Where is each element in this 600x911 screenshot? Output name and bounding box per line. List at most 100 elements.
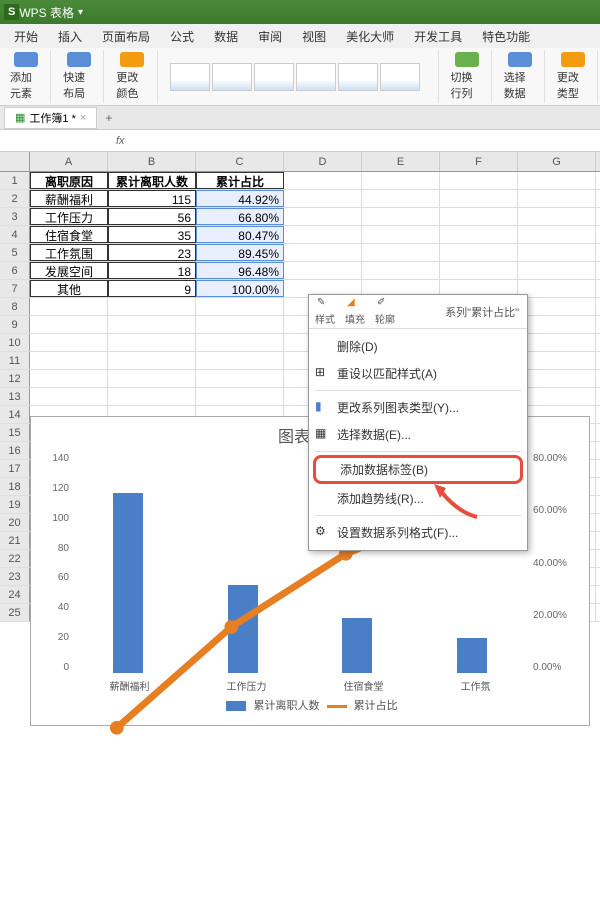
cell[interactable]: 100.00% [196, 280, 284, 297]
cell[interactable] [30, 352, 108, 369]
row-header[interactable]: 5 [0, 244, 30, 261]
cell[interactable]: 离职原因 [30, 172, 108, 189]
cell[interactable] [108, 298, 196, 315]
col-header-d[interactable]: D [284, 152, 362, 171]
row-header[interactable]: 21 [0, 532, 30, 549]
cell[interactable] [518, 244, 596, 261]
cell[interactable]: 66.80% [196, 208, 284, 225]
cell[interactable]: 89.45% [196, 244, 284, 261]
cell[interactable] [362, 226, 440, 243]
row-header[interactable]: 24 [0, 586, 30, 603]
cell[interactable] [518, 352, 596, 369]
document-tab[interactable]: ▦ 工作簿1 * × [4, 107, 97, 129]
series-selector[interactable]: 系列"累计占比" [443, 303, 521, 321]
cell[interactable] [518, 172, 596, 189]
cell[interactable] [108, 388, 196, 405]
chart-style-thumb[interactable] [338, 63, 378, 91]
cell[interactable]: 56 [108, 208, 196, 225]
cell[interactable] [440, 190, 518, 207]
col-header-c[interactable]: C [196, 152, 284, 171]
cell[interactable]: 累计占比 [196, 172, 284, 189]
cell[interactable] [518, 208, 596, 225]
cell[interactable] [196, 352, 284, 369]
row-header[interactable]: 3 [0, 208, 30, 225]
cell[interactable] [30, 298, 108, 315]
cell[interactable] [440, 262, 518, 279]
cell[interactable] [440, 172, 518, 189]
select-data-button[interactable]: 选择数据 [496, 50, 545, 103]
tab-formula[interactable]: 公式 [160, 24, 204, 49]
row-header[interactable]: 16 [0, 442, 30, 459]
row-header[interactable]: 25 [0, 604, 30, 621]
cell[interactable] [196, 316, 284, 333]
chart-legend[interactable]: 累计离职人数 累计占比 [31, 693, 589, 717]
tab-start[interactable]: 开始 [4, 24, 48, 49]
tab-view[interactable]: 视图 [292, 24, 336, 49]
col-header-f[interactable]: F [440, 152, 518, 171]
cell[interactable] [30, 388, 108, 405]
cell[interactable] [362, 262, 440, 279]
change-color-button[interactable]: 更改颜色 [108, 50, 157, 103]
menu-format-series[interactable]: ⚙设置数据系列格式(F)... [309, 519, 527, 546]
cell[interactable]: 发展空间 [30, 262, 108, 279]
row-header[interactable]: 15 [0, 424, 30, 441]
menu-delete[interactable]: 删除(D) [309, 333, 527, 360]
new-tab-icon[interactable]: + [97, 111, 120, 125]
row-header[interactable]: 6 [0, 262, 30, 279]
style-button[interactable]: ✎样式 [315, 297, 335, 326]
cell[interactable] [518, 370, 596, 387]
cell[interactable] [518, 334, 596, 351]
cell[interactable] [284, 190, 362, 207]
row-header[interactable]: 22 [0, 550, 30, 567]
row-header[interactable]: 12 [0, 370, 30, 387]
row-header[interactable]: 1 [0, 172, 30, 189]
quick-layout-button[interactable]: 快速布局 [55, 50, 104, 103]
tab-dev[interactable]: 开发工具 [404, 24, 472, 49]
tab-data[interactable]: 数据 [204, 24, 248, 49]
cell[interactable]: 80.47% [196, 226, 284, 243]
cell[interactable] [518, 388, 596, 405]
row-header[interactable]: 23 [0, 568, 30, 585]
select-all-corner[interactable] [0, 152, 30, 171]
chart-style-thumb[interactable] [296, 63, 336, 91]
row-header[interactable]: 20 [0, 514, 30, 531]
cell[interactable] [440, 244, 518, 261]
col-header-b[interactable]: B [108, 152, 196, 171]
cell[interactable] [108, 370, 196, 387]
tab-beautify[interactable]: 美化大师 [336, 24, 404, 49]
chart-style-thumb[interactable] [212, 63, 252, 91]
chart-style-gallery[interactable] [162, 50, 439, 103]
chart-style-thumb[interactable] [254, 63, 294, 91]
cell[interactable] [108, 334, 196, 351]
cell[interactable] [518, 190, 596, 207]
change-type-button[interactable]: 更改类型 [549, 50, 598, 103]
cell[interactable]: 18 [108, 262, 196, 279]
cell[interactable] [362, 172, 440, 189]
cell[interactable]: 薪酬福利 [30, 190, 108, 207]
cell[interactable] [440, 208, 518, 225]
row-header[interactable]: 11 [0, 352, 30, 369]
cell[interactable] [440, 226, 518, 243]
title-dropdown-icon[interactable]: ▾ [78, 7, 83, 18]
menu-add-trendline[interactable]: 添加趋势线(R)... [309, 485, 527, 512]
row-header[interactable]: 4 [0, 226, 30, 243]
cell[interactable]: 23 [108, 244, 196, 261]
cell[interactable] [284, 208, 362, 225]
cell[interactable] [196, 370, 284, 387]
cell[interactable] [108, 316, 196, 333]
switch-rc-button[interactable]: 切换行列 [443, 50, 492, 103]
row-header[interactable]: 10 [0, 334, 30, 351]
cell[interactable] [30, 334, 108, 351]
cell[interactable] [30, 316, 108, 333]
cell[interactable] [518, 262, 596, 279]
cell[interactable] [284, 172, 362, 189]
cell[interactable]: 其他 [30, 280, 108, 297]
fx-icon[interactable]: fx [108, 135, 133, 147]
cell[interactable] [518, 316, 596, 333]
cell[interactable]: 96.48% [196, 262, 284, 279]
menu-select-data[interactable]: ▦选择数据(E)... [309, 421, 527, 448]
row-header[interactable]: 2 [0, 190, 30, 207]
col-header-e[interactable]: E [362, 152, 440, 171]
cell[interactable] [30, 370, 108, 387]
cell[interactable]: 工作压力 [30, 208, 108, 225]
